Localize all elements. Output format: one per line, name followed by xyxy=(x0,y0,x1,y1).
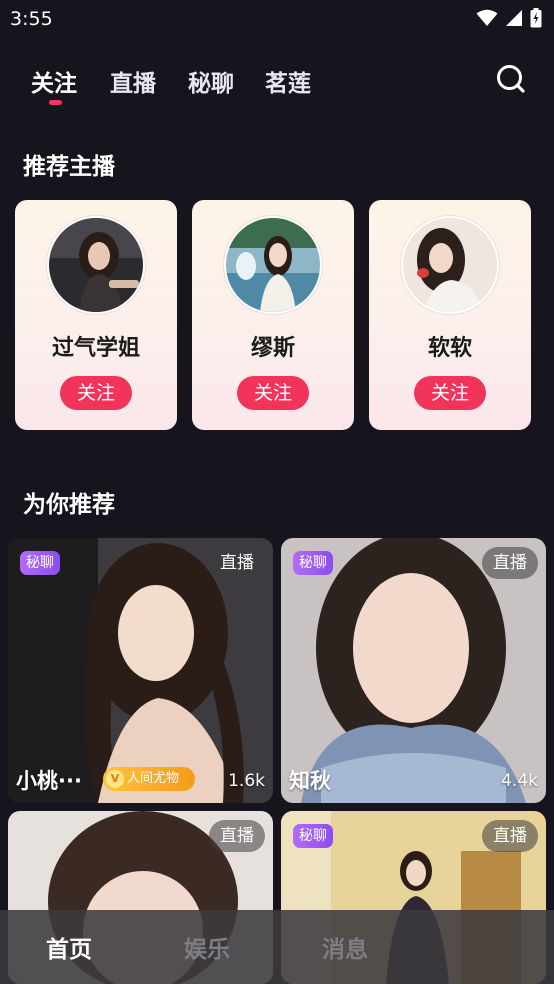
section-title-recommended-streamers: 推荐主播 xyxy=(23,154,115,180)
status-bar: 3:55 xyxy=(0,0,554,38)
nav-item-home[interactable]: 首页 xyxy=(46,930,92,964)
streamer-card[interactable]: 软软 关注 xyxy=(369,200,531,430)
streamer-card[interactable]: 过气学姐 关注 xyxy=(15,200,177,430)
room-name: 知秋 xyxy=(289,769,331,793)
streamer-name: 过气学姐 xyxy=(51,336,140,361)
section-title-for-you: 为你推荐 xyxy=(23,492,115,518)
top-tabs: 关注 直播 秘聊 茗莲 xyxy=(0,58,554,108)
avatar[interactable] xyxy=(47,216,145,314)
status-time: 3:55 xyxy=(10,8,53,30)
follow-button[interactable]: 关注 xyxy=(237,376,309,410)
tab-private-chat[interactable]: 秘聊 xyxy=(188,64,234,98)
private-chat-tag: 秘聊 xyxy=(293,824,333,848)
follow-button[interactable]: 关注 xyxy=(414,376,486,410)
live-room-card[interactable]: 秘聊 直播 小桃··· V 人间尤物 1.6k xyxy=(8,538,273,803)
active-tab-indicator xyxy=(49,100,62,105)
live-tag: 直播 xyxy=(482,547,538,579)
level-badge: V 人间尤物 xyxy=(103,767,195,791)
signal-icon xyxy=(505,9,523,27)
avatar[interactable] xyxy=(224,216,322,314)
search-button[interactable] xyxy=(494,62,528,96)
live-room-card[interactable]: 秘聊 直播 知秋 4.4k xyxy=(281,538,546,803)
search-icon xyxy=(497,65,525,93)
vip-icon: V xyxy=(106,770,124,788)
status-icons xyxy=(476,8,542,28)
nav-item-messages[interactable]: 消息 xyxy=(322,930,368,964)
live-tag: 直播 xyxy=(209,547,265,579)
streamer-name: 缪斯 xyxy=(250,336,295,361)
tab-follow[interactable]: 关注 xyxy=(31,64,77,98)
room-name: 小桃··· xyxy=(16,769,82,793)
viewer-count: 1.6k xyxy=(228,771,265,791)
nav-item-entertainment[interactable]: 娱乐 xyxy=(184,930,230,964)
follow-button[interactable]: 关注 xyxy=(60,376,132,410)
streamer-card[interactable]: 缪斯 关注 xyxy=(192,200,354,430)
live-tag: 直播 xyxy=(209,820,265,852)
streamer-name: 软软 xyxy=(427,336,472,361)
private-chat-tag: 秘聊 xyxy=(293,551,333,575)
bottom-nav: 首页 娱乐 消息 xyxy=(0,910,554,984)
wifi-icon xyxy=(476,9,498,27)
tab-live[interactable]: 直播 xyxy=(110,64,156,98)
live-tag: 直播 xyxy=(482,820,538,852)
tab-minglian[interactable]: 茗莲 xyxy=(265,64,311,98)
private-chat-tag: 秘聊 xyxy=(20,551,60,575)
avatar[interactable] xyxy=(401,216,499,314)
viewer-count: 4.4k xyxy=(501,771,538,791)
battery-icon xyxy=(530,8,542,28)
level-badge-label: 人间尤物 xyxy=(127,771,180,786)
